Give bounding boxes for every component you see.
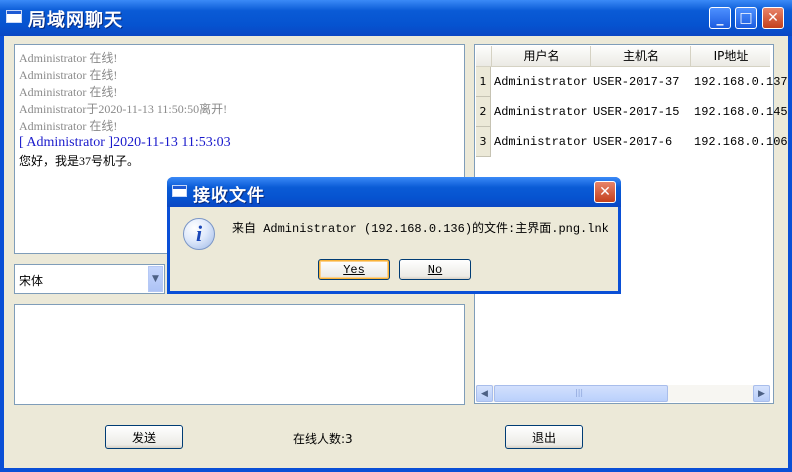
chat-message-header: [ Administrator ]2020-11-13 11:53:03 [19,135,231,150]
info-icon: i [183,218,215,250]
column-header-ip[interactable]: IP地址 [690,46,771,66]
chat-message-body: 您好，我是37号机子。 [19,154,140,168]
exit-button[interactable]: 退出 [505,425,583,449]
cell-username[interactable]: Administrator [494,105,588,119]
chat-system-line: Administrator 在线! [19,68,118,82]
cell-username[interactable]: Administrator [494,75,588,89]
cell-hostname[interactable]: USER-2017-15 [593,105,679,119]
maximize-button[interactable]: □ [735,7,757,29]
scroll-left-icon[interactable]: ◀ [476,385,493,402]
scrollbar-thumb[interactable]: ||| [494,385,668,402]
no-button[interactable]: No [399,259,471,280]
no-button-label: No [427,262,443,277]
cell-ip[interactable]: 192.168.0.106 [694,135,788,149]
cell-hostname[interactable]: USER-2017-37 [593,75,679,89]
window-icon [6,10,22,23]
title-bar[interactable]: 局域网聊天 _ □ ✕ [0,0,792,36]
font-select-value: 宋体 [19,274,44,288]
minimize-button[interactable]: _ [709,7,731,29]
receive-file-dialog: 接收文件 ✕ i 来自 Administrator (192.168.0.136… [167,177,621,294]
dialog-title: 接收文件 [193,186,265,206]
online-count: 在线人数:3 [293,432,353,446]
dialog-message: 来自 Administrator (192.168.0.136)的文件:主界面.… [232,222,609,236]
font-select[interactable]: 宋体 ▼ [14,264,165,294]
cell-username[interactable]: Administrator [494,135,588,149]
dialog-title-bar[interactable]: 接收文件 ✕ [167,177,621,207]
dialog-close-button[interactable]: ✕ [594,181,616,203]
column-header-username[interactable]: 用户名 [491,46,591,66]
dialog-body: i 来自 Administrator (192.168.0.136)的文件:主界… [170,207,618,291]
row-number[interactable]: 1 [476,67,491,97]
horizontal-scrollbar[interactable]: ◀ ||| ▶ [476,385,770,402]
yes-button-label: Yes [343,262,365,277]
cell-hostname[interactable]: USER-2017-6 [593,135,672,149]
chat-system-line: Administrator 在线! [19,51,118,65]
window-title: 局域网聊天 [28,10,123,31]
message-input[interactable] [14,304,465,405]
chat-system-line: Administrator 在线! [19,85,118,99]
cell-ip[interactable]: 192.168.0.145 [694,105,788,119]
yes-button[interactable]: Yes [318,259,390,280]
row-number[interactable]: 2 [476,97,491,127]
column-header-hostname[interactable]: 主机名 [590,46,691,66]
chat-system-line: Administrator于2020-11-13 11:50:50离开! [19,102,228,116]
scroll-right-icon[interactable]: ▶ [753,385,770,402]
row-number[interactable]: 3 [476,127,491,157]
dialog-window-icon [172,185,187,197]
grip-icon: ||| [575,388,584,397]
cell-ip[interactable]: 192.168.0.137 [694,75,788,89]
chat-system-line: Administrator 在线! [19,119,118,133]
chevron-down-icon[interactable]: ▼ [148,266,163,292]
header-corner [476,46,491,66]
users-table-header: 用户名 主机名 IP地址 [476,46,770,67]
close-button[interactable]: ✕ [762,7,784,29]
send-button[interactable]: 发送 [105,425,183,449]
